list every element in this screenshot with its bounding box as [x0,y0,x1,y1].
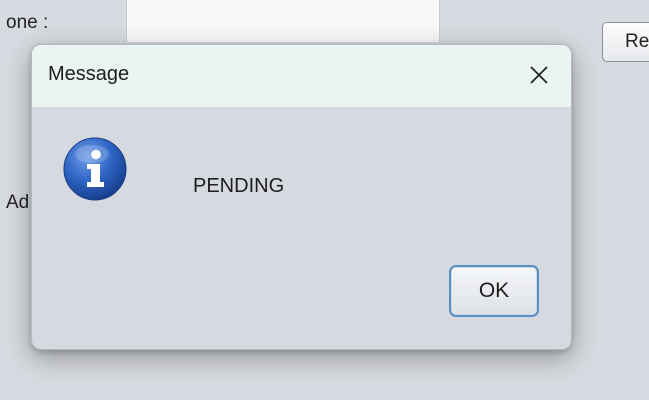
close-icon [530,66,548,84]
phone-field[interactable] [126,0,440,42]
message-dialog: Message PENDING OK [31,44,572,350]
close-button[interactable] [523,59,555,91]
address-label: Ad [6,192,30,213]
info-icon [63,137,127,201]
dialog-titlebar[interactable]: Message [32,45,571,107]
ok-button[interactable]: OK [449,265,539,317]
background-button[interactable]: Re [602,22,649,62]
dialog-title: Message [48,63,130,85]
phone-label: one : [6,12,49,33]
dialog-message: PENDING [193,175,285,197]
